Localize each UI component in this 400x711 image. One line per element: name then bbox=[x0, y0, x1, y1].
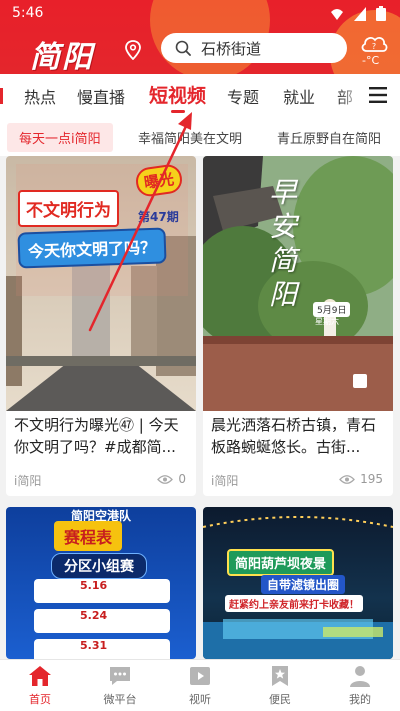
video-card[interactable]: 早安简阳 5月9日 星期六 晨光洒落石桥古镇，青石板路蜿蜒悠长。古街... i简… bbox=[203, 156, 393, 496]
tab-edge-marker bbox=[0, 88, 3, 104]
chat-icon bbox=[110, 667, 130, 685]
menu-icon[interactable] bbox=[368, 86, 388, 104]
bookmark-star-icon bbox=[272, 666, 288, 686]
eye-icon bbox=[339, 474, 355, 484]
thumbnail-cta: 赶紧约上亲友前来打卡收藏！ bbox=[225, 595, 363, 612]
thumbnail-weekday: 星期六 bbox=[315, 317, 339, 326]
nav-micro-platform[interactable]: 微平台 bbox=[80, 660, 160, 711]
thumbnail-calligraphy: 早安简阳 bbox=[269, 176, 298, 311]
thumbnail-date: 5月9日 bbox=[313, 302, 351, 317]
play-icon bbox=[190, 667, 210, 685]
video-thumbnail: 简阳空港队 赛程表 分区小组赛 5.16 5.24 5.31 bbox=[6, 507, 196, 659]
search-bar[interactable]: 石桥街道 bbox=[161, 33, 347, 63]
schedule-row: 5.24 bbox=[34, 609, 170, 633]
location-icon[interactable] bbox=[124, 40, 142, 60]
sub-tabs: 每天一点i简阳 幸福简阳美在文明 青丘原野自在简阳 bbox=[0, 116, 400, 156]
thumbnail-logo bbox=[353, 374, 367, 388]
subtab-civilized-jianyang[interactable]: 幸福简阳美在文明 bbox=[138, 128, 242, 147]
tab-fade bbox=[336, 74, 366, 116]
search-text: 石桥街道 bbox=[201, 40, 262, 58]
thumbnail-headline: 不文明行为 bbox=[18, 190, 119, 227]
eye-icon bbox=[157, 474, 174, 484]
card-source: i简阳 bbox=[14, 474, 42, 488]
view-count: 195 bbox=[360, 472, 383, 486]
bottom-navigation: 首页 微平台 视听 便民 我的 bbox=[0, 659, 400, 711]
user-icon bbox=[350, 666, 370, 687]
subtab-daily-jianyang[interactable]: 每天一点i简阳 bbox=[7, 123, 113, 152]
thumbnail-subtitle: 自带滤镜出圈 bbox=[261, 575, 346, 594]
video-card[interactable]: 不文明行为 曝光 第47期 今天你文明了吗？ 不文明行为曝光㊼ | 今天你文明了… bbox=[6, 156, 196, 496]
subtab-wild-jianyang[interactable]: 青丘原野自在简阳 bbox=[277, 128, 381, 147]
status-time: 5:46 bbox=[12, 5, 44, 21]
view-count: 0 bbox=[178, 472, 186, 486]
thumbnail-title: 简阳葫芦坝夜景 bbox=[227, 549, 335, 576]
schedule-date: 5.31 bbox=[80, 639, 108, 652]
thumbnail-group: 分区小组赛 bbox=[51, 553, 147, 579]
tab-hot[interactable]: 热点 bbox=[24, 84, 56, 108]
app-logo: 简阳 bbox=[30, 40, 94, 74]
video-thumbnail: 早安简阳 5月9日 星期六 bbox=[203, 156, 393, 411]
video-card[interactable]: 简阳葫芦坝夜景 自带滤镜出圈 赶紧约上亲友前来打卡收藏！ bbox=[203, 507, 393, 659]
nav-label: 首页 bbox=[29, 693, 51, 706]
tab-short-video[interactable]: 短视频 bbox=[149, 81, 206, 108]
schedule-date: 5.16 bbox=[80, 579, 108, 592]
svg-text:?: ? bbox=[372, 42, 376, 51]
search-icon bbox=[175, 40, 191, 56]
thumbnail-issue: 第47期 bbox=[138, 210, 179, 224]
home-icon bbox=[29, 666, 51, 686]
nav-home[interactable]: 首页 bbox=[0, 660, 80, 711]
schedule-date: 5.24 bbox=[80, 609, 108, 622]
card-title: 晨光洒落石桥古镇，青石板路蜿蜒悠长。古街... bbox=[211, 416, 377, 456]
nav-convenience[interactable]: 便民 bbox=[240, 660, 320, 711]
app-header: 5:46 简阳 石桥街道 ? -°C bbox=[0, 0, 400, 74]
tab-slow-live[interactable]: 慢直播 bbox=[77, 84, 125, 108]
active-tab-indicator bbox=[171, 110, 185, 113]
thumbnail-question: 今天你文明了吗？ bbox=[17, 227, 167, 269]
nav-audio-video[interactable]: 视听 bbox=[160, 660, 240, 711]
video-card[interactable]: 简阳空港队 赛程表 分区小组赛 5.16 5.24 5.31 bbox=[6, 507, 196, 659]
video-thumbnail: 不文明行为 曝光 第47期 今天你文明了吗？ bbox=[6, 156, 196, 411]
channel-tabs: 热点 慢直播 短视频 专题 就业 部 bbox=[0, 74, 400, 116]
weather-temperature: -°C bbox=[362, 54, 380, 67]
app-screen: 5:46 简阳 石桥街道 ? -°C 热点 慢直播 短视频 专题 就业 每天一点… bbox=[0, 0, 400, 711]
schedule-row: 5.16 bbox=[34, 579, 170, 603]
video-thumbnail: 简阳葫芦坝夜景 自带滤镜出圈 赶紧约上亲友前来打卡收藏！ bbox=[203, 507, 393, 659]
schedule-row: 5.31 bbox=[34, 639, 170, 659]
nav-label: 我的 bbox=[349, 693, 371, 706]
wifi-icon bbox=[331, 8, 343, 20]
nav-label: 便民 bbox=[269, 693, 291, 706]
card-title: 不文明行为曝光㊼ | 今天你文明了吗？#成都简... bbox=[14, 416, 179, 456]
nav-label: 视听 bbox=[189, 693, 211, 706]
status-icons bbox=[330, 6, 386, 21]
nav-mine[interactable]: 我的 bbox=[320, 660, 400, 711]
card-view-count: 195 bbox=[339, 472, 383, 486]
battery-icon bbox=[376, 6, 386, 21]
signal-icon bbox=[354, 6, 366, 21]
weather-widget[interactable]: ? -°C bbox=[356, 32, 392, 70]
thumbnail-banner: 赛程表 bbox=[54, 521, 123, 551]
tab-employment[interactable]: 就业 bbox=[283, 84, 315, 108]
card-source: i简阳 bbox=[211, 474, 239, 488]
nav-label: 微平台 bbox=[103, 693, 137, 706]
status-bar: 5:46 bbox=[0, 0, 400, 26]
tab-special-topic[interactable]: 专题 bbox=[227, 84, 259, 108]
card-view-count: 0 bbox=[157, 472, 186, 486]
cloud-icon: ? bbox=[361, 37, 388, 52]
